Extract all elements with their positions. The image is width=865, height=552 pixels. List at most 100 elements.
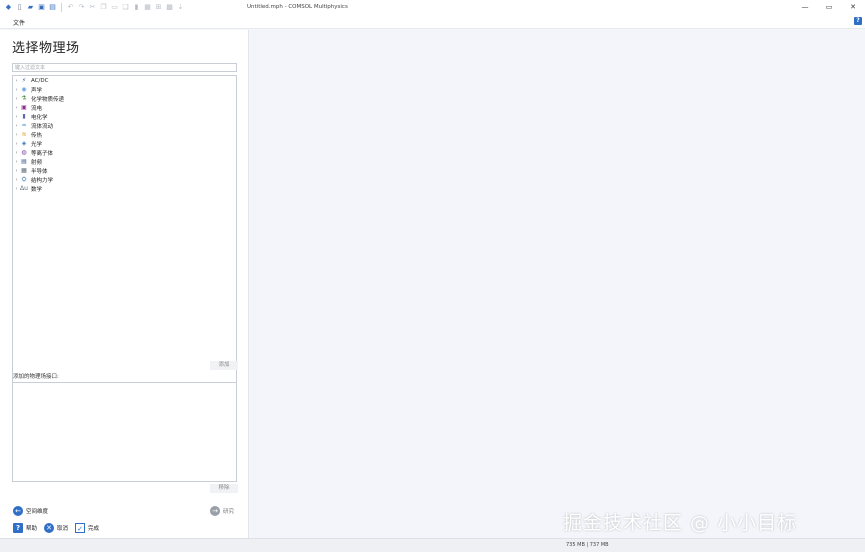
add-button[interactable]: 添加 xyxy=(210,361,238,370)
tree-item-optics[interactable]: › ◈ 光学 xyxy=(13,139,43,148)
arrow-left-icon: ← xyxy=(13,506,23,516)
tree-item-structural[interactable]: › ⛭ 结构力学 xyxy=(13,175,54,184)
physics-tree: › ⚡ AC/DC › ◉ 声学 › ⚗ 化学物质传递 › ▣ 流电 › ▮ 电… xyxy=(12,75,237,388)
back-to-space-dimension-button[interactable]: ← 空间维度 xyxy=(13,506,48,516)
chemical-transport-icon: ⚗ xyxy=(21,95,27,102)
study-button[interactable]: → 研究 xyxy=(210,506,234,516)
chevron-right-icon[interactable]: › xyxy=(13,168,20,174)
window-controls: — ▭ ✕ xyxy=(793,0,865,15)
chevron-right-icon[interactable]: › xyxy=(13,150,20,156)
tree-item-battery[interactable]: › ▮ 电化学 xyxy=(13,112,48,121)
chevron-right-icon[interactable]: › xyxy=(13,105,20,111)
main-work-area xyxy=(250,30,865,538)
tree-item-semiconductor[interactable]: › ▦ 半导体 xyxy=(13,166,48,175)
chevron-right-icon[interactable]: › xyxy=(13,177,20,183)
rf-icon: ▤ xyxy=(21,158,27,165)
tree-item-label: 光学 xyxy=(31,141,43,148)
tree-item-fluid-flow[interactable]: › ≈ 流体流动 xyxy=(13,121,54,130)
tree-item-rf[interactable]: › ▤ 射频 xyxy=(13,157,43,166)
save-as-icon[interactable]: ▤ xyxy=(48,3,57,12)
zoom-icon[interactable]: ⊞ xyxy=(154,3,163,12)
paste-icon[interactable]: ▭ xyxy=(110,3,119,12)
filter-input[interactable] xyxy=(12,63,237,72)
undo-icon[interactable]: ↶ xyxy=(66,3,75,12)
structural-icon: ⛭ xyxy=(21,176,27,183)
tree-item-acdc[interactable]: › ⚡ AC/DC xyxy=(13,76,49,85)
tree-item-label: 电化学 xyxy=(31,114,48,121)
tree-item-label: 结构力学 xyxy=(31,177,54,184)
close-button[interactable]: ✕ xyxy=(841,0,865,15)
delete-icon[interactable]: ▮ xyxy=(132,3,141,12)
fluid-flow-icon: ≈ xyxy=(21,122,27,129)
tree-item-label: 化学物质传递 xyxy=(31,96,65,103)
arrow-right-icon: → xyxy=(210,506,220,516)
toolbar-separator xyxy=(61,3,62,12)
customize-toolbar-icon[interactable]: ⇣ xyxy=(176,3,185,12)
watermark: 掘金技术社区 @ 小小目标 xyxy=(563,512,798,534)
compact-icon[interactable]: ▦ xyxy=(143,3,152,12)
chevron-right-icon[interactable]: › xyxy=(13,78,20,84)
cancel-button[interactable]: ✕ 取消 xyxy=(44,523,68,533)
menu-bar: 文件 ? xyxy=(0,15,865,29)
tree-item-acoustics[interactable]: › ◉ 声学 xyxy=(13,85,43,94)
tree-item-label: 半导体 xyxy=(31,168,48,175)
chevron-right-icon[interactable]: › xyxy=(13,114,20,120)
chevron-right-icon[interactable]: › xyxy=(13,123,20,129)
memory-usage: 735 MB | 737 MB xyxy=(566,542,609,548)
tree-item-label: 声学 xyxy=(31,87,43,94)
copy-icon[interactable]: ❐ xyxy=(99,3,108,12)
minimize-button[interactable]: — xyxy=(793,0,817,15)
select-physics-panel: 选择物理场 › ⚡ AC/DC › ◉ 声学 › ⚗ 化学物质传递 › ▣ 流电… xyxy=(0,30,249,538)
redo-icon[interactable]: ↷ xyxy=(77,3,86,12)
open-file-icon[interactable]: ▰ xyxy=(26,3,35,12)
remove-button[interactable]: 移除 xyxy=(210,484,238,493)
back-button-label: 空间维度 xyxy=(26,509,49,515)
chevron-right-icon[interactable]: › xyxy=(13,141,20,147)
checkmark-icon: ✓ xyxy=(75,523,85,533)
window-title: Untitled.mph - COMSOL Multiphysics xyxy=(247,4,348,10)
done-button[interactable]: ✓ 完成 xyxy=(75,523,99,533)
restore-button[interactable]: ▭ xyxy=(817,0,841,15)
grid-icon[interactable]: ▩ xyxy=(165,3,174,12)
tree-item-math[interactable]: › Δu 数学 xyxy=(13,184,43,193)
acoustics-icon: ◉ xyxy=(21,86,27,93)
page-title: 选择物理场 xyxy=(12,41,80,56)
heat-transfer-icon: ≋ xyxy=(21,131,27,138)
optics-icon: ◈ xyxy=(21,140,27,147)
battery-icon: ▮ xyxy=(22,113,26,120)
save-icon[interactable]: ▣ xyxy=(37,3,46,12)
cut-icon[interactable]: ✂ xyxy=(88,3,97,12)
chevron-right-icon[interactable]: › xyxy=(13,132,20,138)
added-physics-label: 添加的物理场接口: xyxy=(13,374,59,380)
tree-item-chemical-transport[interactable]: › ⚗ 化学物质传递 xyxy=(13,94,65,103)
status-bar: 735 MB | 737 MB xyxy=(0,538,865,552)
tree-item-electrochemistry[interactable]: › ▣ 流电 xyxy=(13,103,43,112)
menu-file[interactable]: 文件 xyxy=(13,18,25,27)
chevron-right-icon[interactable]: › xyxy=(13,96,20,102)
study-button-label: 研究 xyxy=(223,509,235,515)
semiconductor-icon: ▦ xyxy=(21,167,27,174)
tree-item-heat-transfer[interactable]: › ≋ 传热 xyxy=(13,130,43,139)
tree-item-label: AC/DC xyxy=(31,77,49,84)
electrochemistry-icon: ▣ xyxy=(21,104,27,111)
acdc-icon: ⚡ xyxy=(21,77,27,84)
help-button-label: 帮助 xyxy=(26,526,38,532)
tree-item-label: 传热 xyxy=(31,132,43,139)
tree-item-plasma[interactable]: › ◍ 等离子体 xyxy=(13,148,54,157)
quick-access-toolbar: ◆ ▯ ▰ ▣ ▤ ↶ ↷ ✂ ❐ ▭ ❏ ▮ ▦ ⊞ ▩ ⇣ xyxy=(0,3,185,12)
math-icon: Δu xyxy=(20,185,28,192)
plasma-icon: ◍ xyxy=(21,149,27,156)
tree-item-label: 数学 xyxy=(31,186,43,193)
added-physics-list[interactable] xyxy=(12,382,237,482)
new-file-icon[interactable]: ▯ xyxy=(15,3,24,12)
help-button[interactable]: ? 帮助 xyxy=(13,523,37,533)
app-logo-icon: ◆ xyxy=(5,3,12,11)
duplicate-icon[interactable]: ❏ xyxy=(121,3,130,12)
chevron-right-icon[interactable]: › xyxy=(13,87,20,93)
done-button-label: 完成 xyxy=(88,526,100,532)
chevron-right-icon[interactable]: › xyxy=(13,159,20,165)
title-bar: ◆ ▯ ▰ ▣ ▤ ↶ ↷ ✂ ❐ ▭ ❏ ▮ ▦ ⊞ ▩ ⇣ Untitled… xyxy=(0,0,865,15)
help-icon[interactable]: ? xyxy=(854,17,862,25)
chevron-right-icon[interactable]: › xyxy=(13,186,20,192)
tree-item-label: 等离子体 xyxy=(31,150,54,157)
